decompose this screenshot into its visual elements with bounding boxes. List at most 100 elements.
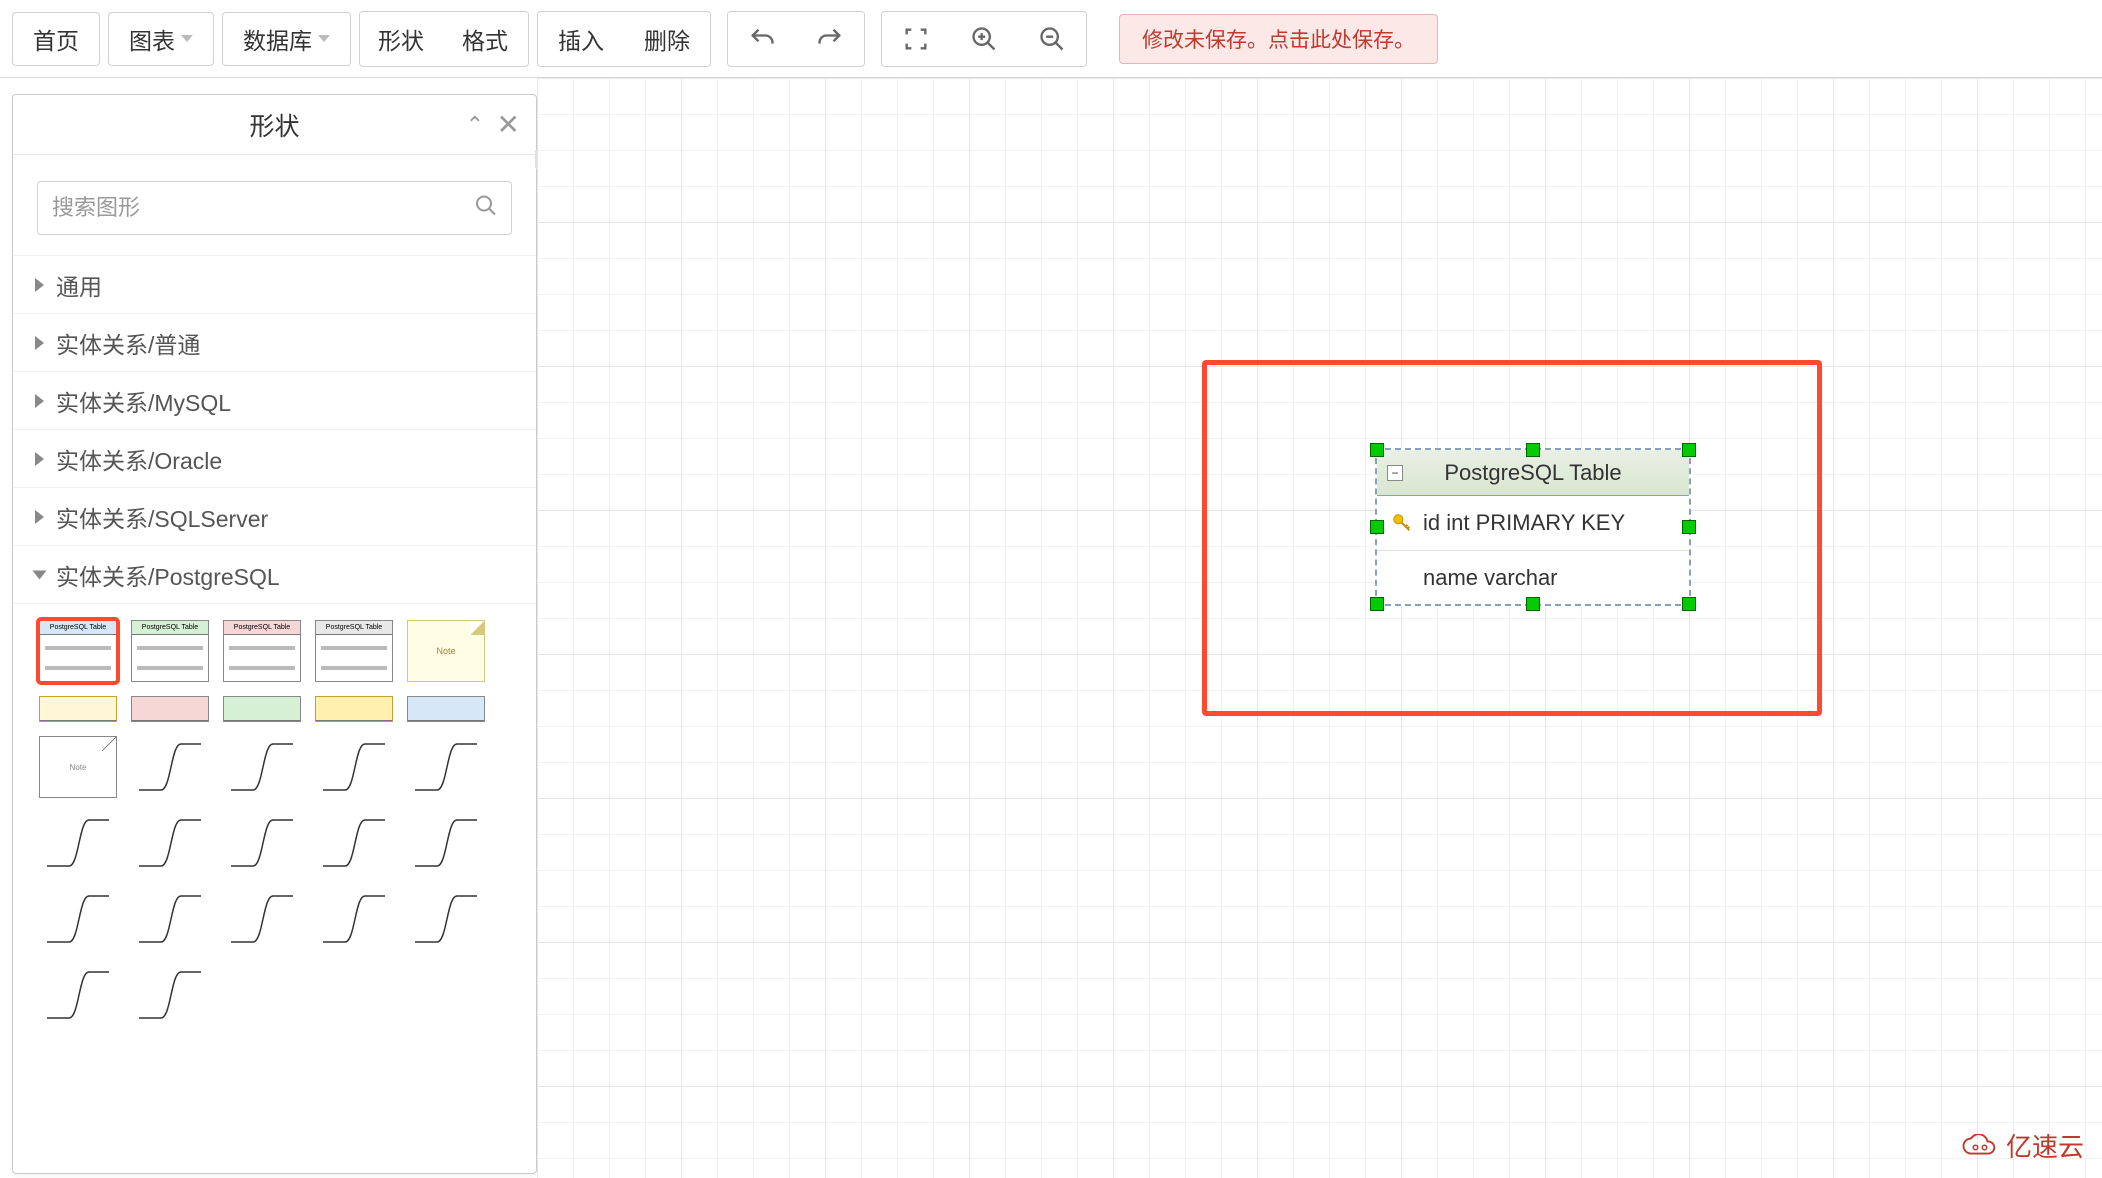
undo-button[interactable]	[728, 12, 796, 66]
category-label: 实体关系/Oracle	[56, 442, 222, 476]
chevron-down-icon	[318, 35, 330, 42]
resize-handle-bm[interactable]	[1526, 597, 1540, 611]
format-button[interactable]: 格式	[442, 12, 528, 66]
zoom-out-icon	[1038, 25, 1066, 53]
arrow-right-icon	[35, 336, 44, 350]
category-er-sqlserver[interactable]: 实体关系/SQLServer	[13, 487, 536, 545]
zoom-in-button[interactable]	[950, 12, 1018, 66]
resize-handle-tl[interactable]	[1370, 443, 1384, 457]
shape-table-blue[interactable]: PostgreSQL Table	[39, 620, 117, 682]
category-er-oracle[interactable]: 实体关系/Oracle	[13, 429, 536, 487]
db-table-title: PostgreSQL Table	[1444, 460, 1621, 486]
view-group	[881, 11, 1087, 67]
zoom-out-button[interactable]	[1018, 12, 1086, 66]
collapse-square-icon[interactable]: −	[1387, 465, 1403, 481]
home-button[interactable]: 首页	[12, 12, 100, 66]
category-er-common[interactable]: 实体关系/普通	[13, 313, 536, 371]
connector-5[interactable]	[39, 812, 117, 874]
shape-plain-note[interactable]: Note	[39, 736, 117, 798]
redo-icon	[816, 25, 844, 53]
connector-10[interactable]	[39, 888, 117, 950]
connector-8[interactable]	[315, 812, 393, 874]
main-toolbar: 首页 图表 数据库 形状 格式 插入 删除 修改未保存。点击此处保存。	[0, 0, 2102, 78]
insert-delete-group: 插入 删除	[537, 11, 711, 67]
canvas[interactable]: − PostgreSQL Table id int PRIMARY KEY na…	[537, 78, 2102, 1178]
shape-sticky-note[interactable]: Note	[407, 620, 485, 682]
category-label: 通用	[56, 268, 102, 302]
category-er-postgresql[interactable]: 实体关系/PostgreSQL	[13, 545, 536, 603]
key-icon	[1391, 512, 1413, 534]
category-label: 实体关系/SQLServer	[56, 500, 268, 534]
brand-name: 亿速云	[2006, 1127, 2084, 1164]
shape-row-yellow[interactable]	[39, 696, 117, 722]
shape-grid: PostgreSQL Table PostgreSQL Table Postgr…	[13, 603, 536, 1042]
shape-row-blue[interactable]	[407, 696, 485, 722]
shapes-panel-title: 形状	[249, 107, 299, 143]
redo-button[interactable]	[796, 12, 864, 66]
shapes-panel: 形状 ⌃ ✕ 通用 实体关系/普通 实体关系/MySQL 实体关系/Oracle…	[12, 94, 537, 1174]
main-area: 形状 ⌃ ✕ 通用 实体关系/普通 实体关系/MySQL 实体关系/Oracle…	[0, 78, 2102, 1178]
category-general[interactable]: 通用	[13, 255, 536, 313]
shapes-panel-body: 通用 实体关系/普通 实体关系/MySQL 实体关系/Oracle 实体关系/S…	[13, 155, 536, 1173]
shape-table-gray[interactable]: PostgreSQL Table	[315, 620, 393, 682]
connector-11[interactable]	[131, 888, 209, 950]
chart-label: 图表	[129, 22, 175, 56]
category-label: 实体关系/普通	[56, 326, 200, 360]
canvas-grid	[537, 78, 2102, 1178]
db-column-row[interactable]: id int PRIMARY KEY	[1377, 496, 1689, 550]
connector-3[interactable]	[315, 736, 393, 798]
close-icon[interactable]: ✕	[497, 111, 520, 139]
connector-7[interactable]	[223, 812, 301, 874]
connector-1[interactable]	[131, 736, 209, 798]
connector-16[interactable]	[131, 964, 209, 1026]
shape-table-red[interactable]: PostgreSQL Table	[223, 620, 301, 682]
category-label: 实体关系/PostgreSQL	[56, 558, 280, 592]
insert-button[interactable]: 插入	[538, 12, 624, 66]
shape-row-yellow2[interactable]	[315, 696, 393, 722]
arrow-right-icon	[35, 394, 44, 408]
db-column-row[interactable]: name varchar	[1377, 550, 1689, 604]
delete-button[interactable]: 删除	[624, 12, 710, 66]
arrow-down-icon	[33, 570, 47, 579]
search-icon[interactable]	[474, 194, 498, 223]
resize-handle-bl[interactable]	[1370, 597, 1384, 611]
resize-handle-ml[interactable]	[1370, 520, 1384, 534]
database-button[interactable]: 数据库	[222, 12, 351, 66]
connector-6[interactable]	[131, 812, 209, 874]
connector-4[interactable]	[407, 736, 485, 798]
resize-handle-mr[interactable]	[1682, 520, 1696, 534]
shape-format-group: 形状 格式	[359, 11, 529, 67]
db-column-text: name varchar	[1423, 565, 1558, 591]
resize-handle-tr[interactable]	[1682, 443, 1696, 457]
category-er-mysql[interactable]: 实体关系/MySQL	[13, 371, 536, 429]
search-input[interactable]	[37, 181, 512, 235]
shape-button[interactable]: 形状	[360, 12, 442, 66]
collapse-icon[interactable]: ⌃	[466, 112, 484, 138]
search-wrap	[13, 169, 536, 255]
brand-logo: 亿速云	[1962, 1127, 2084, 1164]
connector-15[interactable]	[39, 964, 117, 1026]
connector-13[interactable]	[315, 888, 393, 950]
shape-table-green[interactable]: PostgreSQL Table	[131, 620, 209, 682]
chart-button[interactable]: 图表	[108, 12, 214, 66]
resize-handle-tm[interactable]	[1526, 443, 1540, 457]
fullscreen-button[interactable]	[882, 12, 950, 66]
db-table-shape[interactable]: − PostgreSQL Table id int PRIMARY KEY na…	[1375, 448, 1691, 606]
arrow-right-icon	[35, 452, 44, 466]
shape-row-green[interactable]	[223, 696, 301, 722]
cloud-icon	[1962, 1134, 1998, 1158]
connector-14[interactable]	[407, 888, 485, 950]
connector-12[interactable]	[223, 888, 301, 950]
database-label: 数据库	[243, 22, 312, 56]
arrow-right-icon	[35, 278, 44, 292]
fullscreen-icon	[902, 25, 930, 53]
zoom-in-icon	[970, 25, 998, 53]
connector-2[interactable]	[223, 736, 301, 798]
shape-row-red[interactable]	[131, 696, 209, 722]
resize-handle-br[interactable]	[1682, 597, 1696, 611]
category-label: 实体关系/MySQL	[56, 384, 231, 418]
db-column-text: id int PRIMARY KEY	[1423, 510, 1625, 536]
undo-redo-group	[727, 11, 865, 67]
save-notice[interactable]: 修改未保存。点击此处保存。	[1119, 14, 1438, 64]
connector-9[interactable]	[407, 812, 485, 874]
